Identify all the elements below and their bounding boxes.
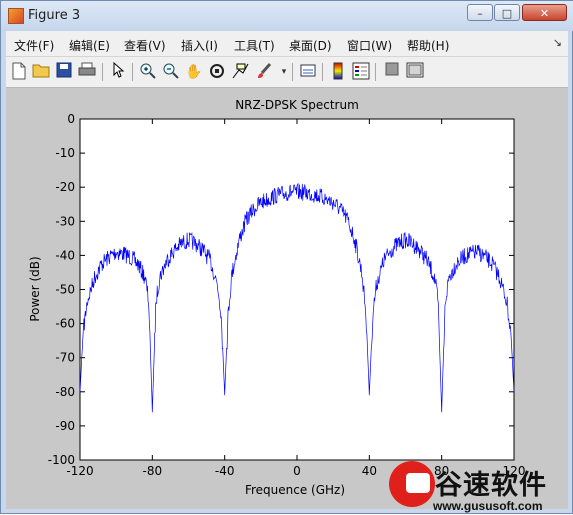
y-tick-label: -70 [55, 351, 75, 365]
watermark-logo-center [406, 473, 430, 493]
x-tick-label: -120 [66, 464, 93, 478]
plot-title: NRZ-DPSK Spectrum [235, 98, 359, 112]
y-tick-label: -50 [55, 283, 75, 297]
x-tick-label: -40 [215, 464, 235, 478]
y-tick-label: -20 [55, 180, 75, 194]
x-axis-label: Frequence (GHz) [245, 483, 345, 497]
y-axis-label: Power (dB) [28, 256, 42, 321]
plot-axes-area [79, 118, 515, 461]
x-tick-label: 40 [362, 464, 377, 478]
y-tick-label: -90 [55, 419, 75, 433]
watermark-brand: 谷速软件 [435, 470, 547, 501]
y-tick-label: -40 [55, 248, 75, 262]
watermark-url: www.gususoft.com [433, 499, 543, 513]
watermark: 谷速软件 www.gususoft.com [379, 459, 573, 515]
y-tick-label: -80 [55, 385, 75, 399]
y-tick-label: -30 [55, 214, 75, 228]
x-tick-label: 0 [293, 464, 301, 478]
spectrum-plot[interactable]: NRZ-DPSK Spectrum 0 -10 -20 -30 -40 -50 -60 -70… [1, 1, 573, 515]
y-tick-label: -60 [55, 317, 75, 331]
x-tick-label: -80 [143, 464, 163, 478]
y-tick-label: 0 [67, 112, 75, 126]
y-tick-label: -10 [55, 146, 75, 160]
figure-window: Figure 3 – □ ✕ 文件(F) 编辑(E) 查看(V) 插入(I) 工… [0, 0, 573, 514]
